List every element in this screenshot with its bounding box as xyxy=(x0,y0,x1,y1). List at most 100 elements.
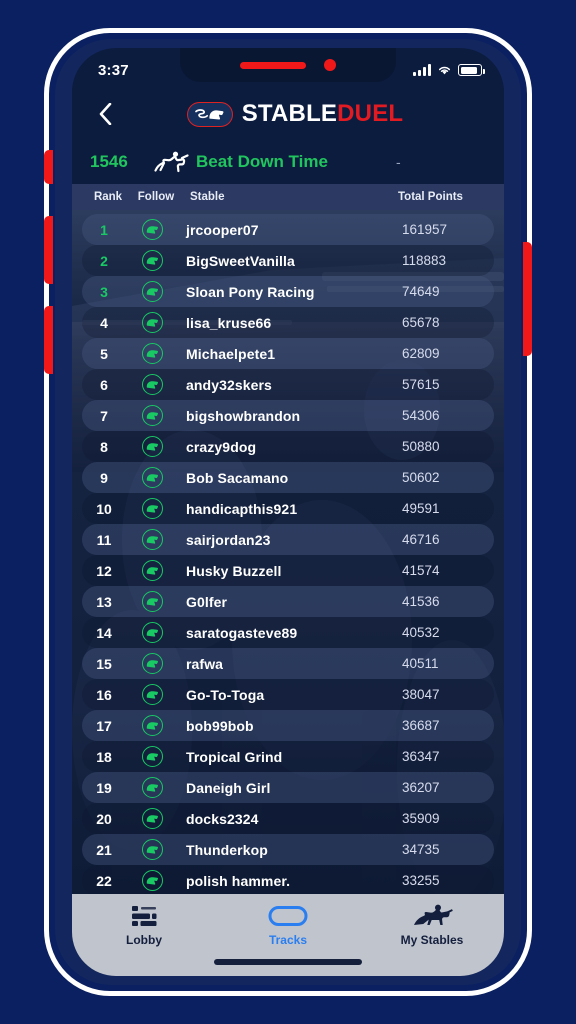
race-track-oval-icon xyxy=(268,904,308,928)
column-header-rank: Rank xyxy=(93,191,123,203)
table-row[interactable]: 22 polish hammer. 33255 xyxy=(82,865,494,894)
follow-button[interactable] xyxy=(126,343,178,364)
table-row[interactable]: 20 docks2324 35909 xyxy=(82,803,494,834)
follow-button[interactable] xyxy=(126,622,178,643)
table-row[interactable]: 13 G0lfer 41536 xyxy=(82,586,494,617)
table-row[interactable]: 17 bob99bob 36687 xyxy=(82,710,494,741)
row-stable-name: handicapthis921 xyxy=(186,500,298,517)
follow-button[interactable] xyxy=(126,498,178,519)
follow-button[interactable] xyxy=(126,746,178,767)
follow-button[interactable] xyxy=(126,591,178,612)
follow-horse-icon xyxy=(141,219,163,240)
follow-button[interactable] xyxy=(126,777,178,798)
follow-button[interactable] xyxy=(126,374,178,395)
row-rank: 10 xyxy=(96,500,112,517)
follow-button[interactable] xyxy=(126,467,178,488)
follow-button[interactable] xyxy=(126,281,178,302)
follow-button[interactable] xyxy=(126,560,178,581)
row-total-points: 33255 xyxy=(402,873,440,888)
row-stable-name: BigSweetVanilla xyxy=(186,252,295,269)
row-stable-name: docks2324 xyxy=(186,810,259,827)
leaderboard-rows: 1 jrcooper07 161957 2 BigSweetVanilla 118883 3… xyxy=(72,210,504,894)
row-total-points: 161957 xyxy=(402,222,448,237)
follow-button[interactable] xyxy=(126,653,178,674)
follow-horse-icon xyxy=(141,250,163,271)
nav-label-lobby: Lobby xyxy=(126,933,162,947)
logo-text-duel: DUEL xyxy=(337,100,404,127)
follow-button[interactable] xyxy=(126,405,178,426)
leaderboard-list[interactable]: 1 jrcooper07 161957 2 BigSweetVanilla 118883 3… xyxy=(72,210,504,894)
row-total-points: 74649 xyxy=(402,284,440,299)
follow-button[interactable] xyxy=(126,436,178,457)
table-row[interactable]: 1 jrcooper07 161957 xyxy=(82,214,494,245)
follow-horse-icon xyxy=(141,374,163,395)
row-stable-name: jrcooper07 xyxy=(186,221,259,238)
follow-button[interactable] xyxy=(126,219,178,240)
table-row[interactable]: 16 Go-To-Toga 38047 xyxy=(82,679,494,710)
follow-horse-icon xyxy=(141,405,163,426)
table-row[interactable]: 21 Thunderkop 34735 xyxy=(82,834,494,865)
table-row[interactable]: 11 sairjordan23 46716 xyxy=(82,524,494,555)
table-row[interactable]: 3 Sloan Pony Racing 74649 xyxy=(82,276,494,307)
row-rank: 13 xyxy=(96,593,112,610)
race-info-bar[interactable]: 1546 Beat Down Time - xyxy=(72,140,504,184)
logo-text-stable: STABLE xyxy=(241,100,338,127)
leaderboard-column-headers: Rank Follow Stable Total Points xyxy=(72,184,504,210)
table-row[interactable]: 14 saratogasteve89 40532 xyxy=(82,617,494,648)
column-header-total-points: Total Points xyxy=(398,191,463,203)
phone-power-button[interactable] xyxy=(523,242,532,356)
row-rank: 11 xyxy=(96,531,112,548)
follow-button[interactable] xyxy=(126,870,178,891)
follow-button[interactable] xyxy=(126,684,178,705)
follow-horse-icon xyxy=(141,777,163,798)
table-row[interactable]: 15 rafwa 40511 xyxy=(82,648,494,679)
follow-horse-icon xyxy=(141,839,163,860)
follow-button[interactable] xyxy=(126,808,178,829)
row-rank: 22 xyxy=(96,872,112,889)
follow-button[interactable] xyxy=(126,312,178,333)
follow-horse-icon xyxy=(141,560,163,581)
table-row[interactable]: 12 Husky Buzzell 41574 xyxy=(82,555,494,586)
follow-button[interactable] xyxy=(126,529,178,550)
table-row[interactable]: 2 BigSweetVanilla 118883 xyxy=(82,245,494,276)
follow-horse-icon xyxy=(141,436,163,457)
phone-volume-up-button[interactable] xyxy=(44,216,53,284)
row-rank: 8 xyxy=(100,438,108,455)
row-rank: 5 xyxy=(100,345,108,362)
nav-item-my-stables[interactable]: My Stables xyxy=(360,904,504,947)
row-stable-name: sairjordan23 xyxy=(186,531,271,548)
home-indicator[interactable] xyxy=(214,959,362,965)
table-row[interactable]: 19 Daneigh Girl 36207 xyxy=(82,772,494,803)
phone-mute-switch[interactable] xyxy=(44,150,53,184)
nav-item-lobby[interactable]: Lobby xyxy=(72,904,216,947)
row-total-points: 38047 xyxy=(402,687,440,702)
app-logo[interactable]: STABLEDUEL xyxy=(102,101,488,127)
table-row[interactable]: 8 crazy9dog 50880 xyxy=(82,431,494,462)
phone-volume-down-button[interactable] xyxy=(44,306,53,374)
row-total-points: 62809 xyxy=(402,346,440,361)
follow-button[interactable] xyxy=(126,715,178,736)
nav-label-tracks: Tracks xyxy=(268,933,308,947)
row-rank: 16 xyxy=(96,686,112,703)
follow-horse-icon xyxy=(141,684,163,705)
bottom-navigation: Lobby Tracks My Stables xyxy=(72,894,504,976)
row-stable-name: bob99bob xyxy=(186,717,254,734)
table-row[interactable]: 4 lisa_kruse66 65678 xyxy=(82,307,494,338)
follow-horse-icon xyxy=(141,622,163,643)
row-total-points: 65678 xyxy=(402,315,440,330)
follow-button[interactable] xyxy=(126,839,178,860)
follow-button[interactable] xyxy=(126,250,178,271)
stableduel-horse-badge-icon xyxy=(186,101,233,127)
table-row[interactable]: 6 andy32skers 57615 xyxy=(82,369,494,400)
table-row[interactable]: 5 Michaelpete1 62809 xyxy=(82,338,494,369)
table-row[interactable]: 18 Tropical Grind 36347 xyxy=(82,741,494,772)
row-stable-name: saratogasteve89 xyxy=(186,624,298,641)
row-rank: 18 xyxy=(96,748,112,765)
table-row[interactable]: 9 Bob Sacamano 50602 xyxy=(82,462,494,493)
table-row[interactable]: 10 handicapthis921 49591 xyxy=(82,493,494,524)
nav-item-tracks[interactable]: Tracks xyxy=(216,904,360,947)
app-logo-text: STABLEDUEL xyxy=(242,102,404,126)
status-indicators xyxy=(413,64,485,76)
table-row[interactable]: 7 bigshowbrandon 54306 xyxy=(82,400,494,431)
row-total-points: 40511 xyxy=(402,656,439,671)
